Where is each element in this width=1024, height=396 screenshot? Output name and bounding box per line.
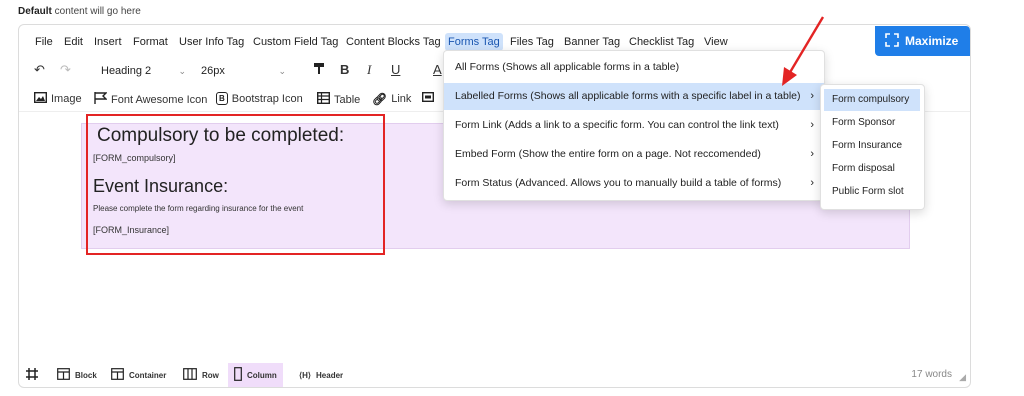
menu-user-info-tag[interactable]: User Info Tag [176, 33, 247, 51]
link-icon: 🔗︎ [372, 92, 388, 106]
block-icon [57, 367, 70, 383]
chevron-right-icon: › [810, 90, 814, 102]
menu-item-labelled-forms[interactable]: Labelled Forms (Shows all applicable for… [444, 83, 824, 110]
labelled-forms-submenu: Form compulsory Form Sponsor Form Insura… [820, 84, 925, 210]
chevron-down-icon: ⌄ [178, 66, 186, 76]
breadcrumb-block[interactable]: Block [51, 363, 103, 387]
image-icon [33, 91, 48, 106]
menu-insert[interactable]: Insert [91, 33, 125, 51]
bold-button[interactable]: B [340, 62, 349, 77]
insert-font-awesome-button[interactable]: Font Awesome Icon [94, 92, 207, 107]
menu-format[interactable]: Format [130, 33, 171, 51]
row-label: Row [202, 370, 219, 380]
menu-file[interactable]: File [32, 33, 56, 51]
maximize-label: Maximize [905, 34, 959, 48]
form-link-label: Form Link (Adds a link to a specific for… [455, 119, 779, 131]
text-color-button[interactable]: A [433, 62, 442, 77]
grid-button[interactable] [19, 363, 45, 387]
column-icon [234, 366, 242, 384]
block-label: Block [75, 370, 97, 380]
submenu-form-disposal[interactable]: Form disposal [824, 158, 920, 180]
form-insurance-shortcode[interactable]: [FORM_Insurance] [93, 225, 169, 235]
undo-icon[interactable]: ↶ [34, 62, 45, 78]
flag-icon [94, 92, 108, 107]
status-bar: Block Container Row Column ⟨H⟩ Header 17… [19, 363, 970, 387]
menu-item-all-forms[interactable]: All Forms (Shows all applicable forms in… [444, 54, 824, 81]
breadcrumb-container[interactable]: Container [105, 363, 172, 387]
italic-button[interactable]: I [367, 62, 371, 78]
menu-forms-tag[interactable]: Forms Tag [445, 33, 503, 51]
column-label: Column [247, 370, 277, 380]
all-forms-label: All Forms (Shows all applicable forms in… [455, 61, 680, 73]
menu-view[interactable]: View [701, 33, 731, 51]
container-icon [111, 367, 124, 383]
menu-custom-field-tag[interactable]: Custom Field Tag [250, 33, 341, 51]
link-label: Link [391, 93, 412, 105]
heading-compulsory[interactable]: Compulsory to be completed: [97, 125, 344, 147]
menu-item-embed-form[interactable]: Embed Form (Show the entire form on a pa… [444, 141, 824, 168]
underline-button[interactable]: U [391, 62, 400, 77]
block-format-value: Heading 2 [101, 65, 152, 77]
caption-bold: Default [18, 6, 52, 17]
menu-edit[interactable]: Edit [61, 33, 86, 51]
maximize-button[interactable]: Maximize [875, 26, 970, 56]
redo-icon[interactable]: ↷ [60, 62, 71, 78]
heading-event-insurance[interactable]: Event Insurance: [93, 176, 228, 197]
menu-item-form-status[interactable]: Form Status (Advanced. Allows you to man… [444, 170, 824, 197]
font-size-select[interactable]: 26px ⌄ [201, 61, 286, 81]
font-awesome-label: Font Awesome Icon [111, 93, 208, 106]
insert-image-button[interactable]: Image [33, 91, 82, 106]
chevron-down-icon: ⌄ [278, 66, 286, 76]
header-label: Header [316, 370, 344, 380]
breadcrumb-column[interactable]: Column [228, 363, 283, 387]
menu-content-blocks-tag[interactable]: Content Blocks Tag [343, 33, 444, 51]
submenu-form-compulsory[interactable]: Form compulsory [824, 89, 920, 111]
editor-caption: Default content will go here [18, 6, 141, 17]
submenu-form-insurance[interactable]: Form Insurance [824, 135, 920, 157]
form-status-label: Form Status (Advanced. Allows you to man… [455, 177, 782, 189]
embed-icon[interactable] [422, 92, 434, 102]
form-compulsory-shortcode[interactable]: [FORM_compulsory] [93, 153, 176, 163]
insurance-instructions[interactable]: Please complete the form regarding insur… [93, 204, 303, 213]
menu-checklist-tag[interactable]: Checklist Tag [626, 33, 697, 51]
table-label: Table [334, 93, 361, 106]
menu-banner-tag[interactable]: Banner Tag [561, 33, 623, 51]
table-icon [316, 91, 331, 107]
chevron-right-icon: › [810, 148, 814, 160]
grid-icon [25, 367, 39, 384]
insert-bootstrap-icon-button[interactable]: B Bootstrap Icon [216, 92, 303, 105]
forms-tag-dropdown: All Forms (Shows all applicable forms in… [443, 50, 825, 201]
container-label: Container [129, 370, 167, 380]
word-count: 17 words [911, 369, 952, 380]
embed-form-label: Embed Form (Show the entire form on a pa… [455, 148, 761, 160]
bootstrap-icon: B [216, 92, 228, 105]
header-tag-icon: ⟨H⟩ [299, 370, 312, 380]
bootstrap-icon-label: Bootstrap Icon [231, 92, 303, 105]
image-label: Image [51, 93, 82, 105]
chevron-right-icon: › [810, 177, 814, 189]
block-format-select[interactable]: Heading 2 ⌄ [101, 61, 186, 81]
row-icon [183, 367, 197, 383]
expand-icon [885, 32, 899, 50]
insert-link-button[interactable]: 🔗︎ Link [372, 92, 411, 106]
submenu-form-sponsor[interactable]: Form Sponsor [824, 112, 920, 134]
submenu-public-form-slot[interactable]: Public Form slot [824, 181, 920, 203]
breadcrumb-header[interactable]: ⟨H⟩ Header [293, 363, 349, 387]
resize-handle-icon[interactable]: ◢ [959, 372, 966, 383]
format-painter-icon[interactable] [313, 62, 326, 78]
breadcrumb-row[interactable]: Row [177, 363, 225, 387]
labelled-forms-label: Labelled Forms (Shows all applicable for… [455, 90, 801, 102]
menu-files-tag[interactable]: Files Tag [507, 33, 557, 51]
insert-table-button[interactable]: Table [316, 91, 361, 107]
chevron-right-icon: › [810, 119, 814, 131]
caption-rest: content will go here [51, 6, 141, 17]
menu-item-form-link[interactable]: Form Link (Adds a link to a specific for… [444, 112, 824, 139]
font-size-value: 26px [201, 65, 225, 77]
